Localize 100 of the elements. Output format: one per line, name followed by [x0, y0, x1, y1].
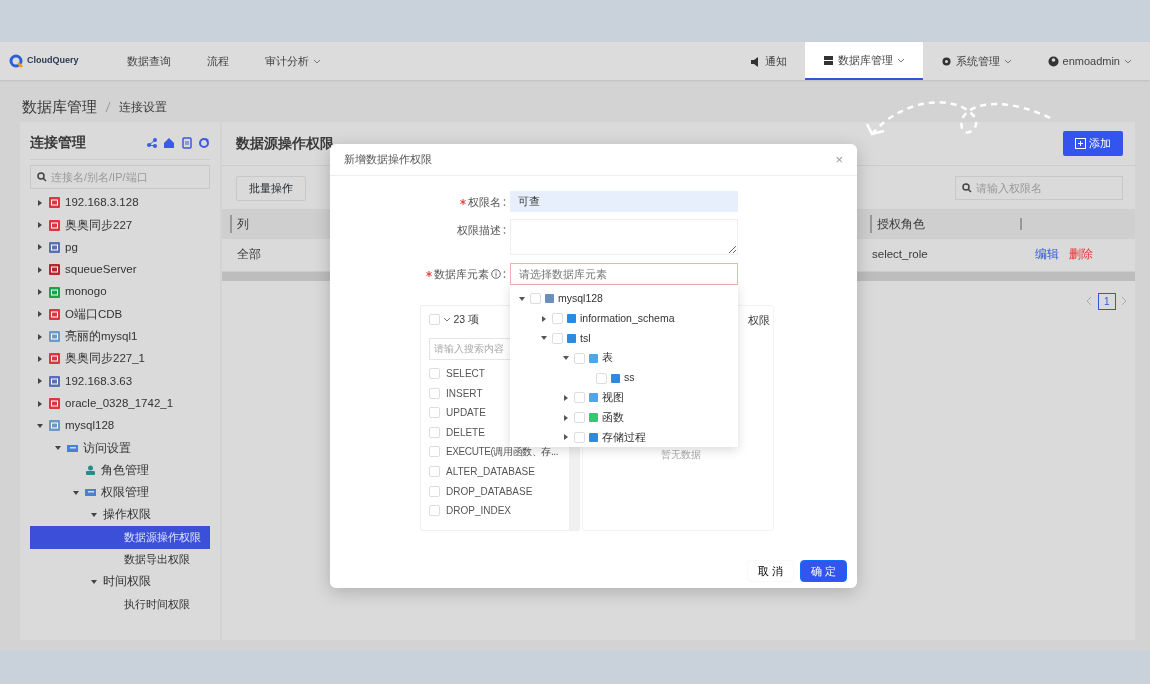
caret-icon[interactable] [36, 243, 44, 252]
tree-item[interactable]: mysql128 [30, 414, 210, 437]
colon-icon [503, 198, 506, 207]
tree-item[interactable]: 192.168.3.128 [30, 191, 210, 215]
tree-node[interactable]: 存储过程 [602, 429, 646, 446]
tree-node[interactable]: mysql128 [558, 291, 603, 307]
breadcrumb-separator-icon [105, 101, 111, 113]
list-title: 权限 [748, 314, 770, 326]
checkbox[interactable] [429, 505, 440, 517]
add-button[interactable]: 添加 [1063, 131, 1123, 156]
tree-item[interactable]: O端口CDB [30, 303, 210, 326]
tree-item[interactable]: 时间权限 [30, 570, 210, 594]
confirm-button[interactable]: 确 定 [799, 559, 847, 582]
caret-icon[interactable] [36, 288, 44, 297]
caret-icon[interactable] [72, 488, 80, 497]
tree-node[interactable]: 表 [602, 350, 613, 367]
nav-link[interactable]: 流程 [188, 42, 247, 80]
tree-item[interactable]: 192.168.3.63 [30, 370, 210, 393]
permission-label: SELECT [446, 367, 485, 382]
checkbox[interactable] [429, 426, 440, 438]
checkbox[interactable] [574, 431, 585, 443]
checkbox[interactable] [429, 368, 440, 380]
tree-node[interactable]: tsl [580, 330, 591, 347]
caret-icon[interactable] [36, 265, 44, 274]
checkbox[interactable] [596, 372, 607, 384]
colon-icon [503, 270, 506, 279]
nav-tab[interactable]: enmoadmin [1029, 42, 1150, 80]
batch-button[interactable]: 批量操作 [236, 176, 306, 201]
tree-item[interactable]: 权限管理 [30, 481, 210, 504]
tree-item[interactable]: monogo [30, 280, 210, 304]
checkbox[interactable] [429, 407, 440, 419]
tree-node[interactable]: information_schema [580, 310, 675, 327]
tree-item[interactable]: 亮丽的mysql1 [30, 325, 210, 348]
permission-label: UPDATE [446, 406, 486, 421]
caret-icon[interactable] [540, 314, 548, 323]
tree-item[interactable]: 角色管理 [30, 459, 210, 482]
tree-item[interactable]: oracle_0328_1742_1 [30, 392, 210, 415]
checkbox[interactable] [429, 314, 440, 326]
caret-icon[interactable] [36, 332, 44, 341]
input-field[interactable]: 可查 [510, 191, 738, 212]
checkbox[interactable] [574, 412, 585, 424]
breadcrumb-link[interactable]: 数据库管理 [22, 95, 97, 119]
tree-item[interactable]: pg [30, 236, 210, 259]
caret-icon[interactable] [36, 421, 44, 430]
checkbox[interactable] [429, 446, 440, 458]
tree-item[interactable]: squeueServer [30, 258, 210, 281]
tree-item[interactable]: 操作权限 [30, 503, 210, 527]
nav-link[interactable]: 审计分析 [246, 42, 339, 80]
nav-tab[interactable]: 系统管理 [922, 42, 1030, 80]
tree-node[interactable]: 函数 [602, 409, 624, 426]
checkbox[interactable] [429, 387, 440, 399]
colon-icon [503, 226, 506, 235]
checkbox[interactable] [530, 293, 541, 305]
permission-label: EXECUTE(调用函数、存... [446, 445, 559, 460]
folder-icon [85, 488, 96, 498]
chevron-icon[interactable] [442, 316, 451, 324]
dialog-title: 新增数据操作权限 [344, 152, 432, 168]
permission-label: DROP_INDEX [446, 504, 511, 519]
panel-title: 连接管理 [30, 133, 86, 152]
cancel-button[interactable]: 取 消 [747, 559, 795, 582]
caret-icon[interactable] [36, 399, 44, 408]
search-icon [37, 172, 47, 182]
permission-label: DELETE [446, 425, 485, 440]
tree-item[interactable]: 数据源操作权限 [30, 526, 210, 549]
tree-node[interactable]: ss [624, 370, 635, 386]
caret-icon[interactable] [36, 310, 44, 319]
tree-item[interactable]: 访问设置 [30, 437, 210, 460]
search-icon [962, 183, 972, 194]
tree-item[interactable]: 奥奥同步227_1 [30, 347, 210, 371]
caret-icon[interactable] [36, 198, 44, 207]
checkbox[interactable] [552, 313, 563, 325]
checkbox[interactable] [574, 352, 585, 364]
speaker-icon [749, 55, 761, 67]
share-icon[interactable] [145, 136, 158, 149]
copy-icon[interactable] [180, 136, 193, 149]
tree-item[interactable]: 执行时间权限 [30, 593, 210, 616]
folder-icon [67, 443, 78, 453]
tree-node[interactable]: 视图 [602, 390, 624, 406]
caret-icon[interactable] [36, 221, 44, 230]
checkbox[interactable] [574, 392, 585, 404]
checkbox[interactable] [429, 466, 440, 477]
edit-link[interactable]: 编辑 [1035, 245, 1059, 264]
nav-link[interactable]: 数据查询 [108, 42, 189, 80]
caret-icon[interactable] [36, 377, 44, 386]
home-icon[interactable] [163, 136, 175, 149]
user-icon [1047, 55, 1059, 67]
select-field[interactable]: 请选择数据库元素 [510, 263, 738, 285]
panel-title: 数据源操作权限 [236, 134, 334, 153]
tree-item[interactable]: 奥奥同步227 [30, 214, 210, 237]
caret-icon[interactable] [36, 354, 44, 363]
page-button[interactable]: 1 [1097, 292, 1116, 310]
checkbox[interactable] [552, 333, 563, 344]
permission-label: INSERT [446, 386, 483, 401]
caret-icon[interactable] [90, 577, 98, 586]
nav-tab[interactable]: 数据库管理 [804, 42, 923, 80]
checkbox[interactable] [429, 485, 440, 497]
caret-icon[interactable] [518, 294, 526, 303]
tree-item[interactable]: 数据导出权限 [30, 548, 210, 571]
nav-tab[interactable]: 通知 [731, 42, 805, 80]
permission-label: DROP_DATABASE [446, 484, 533, 499]
